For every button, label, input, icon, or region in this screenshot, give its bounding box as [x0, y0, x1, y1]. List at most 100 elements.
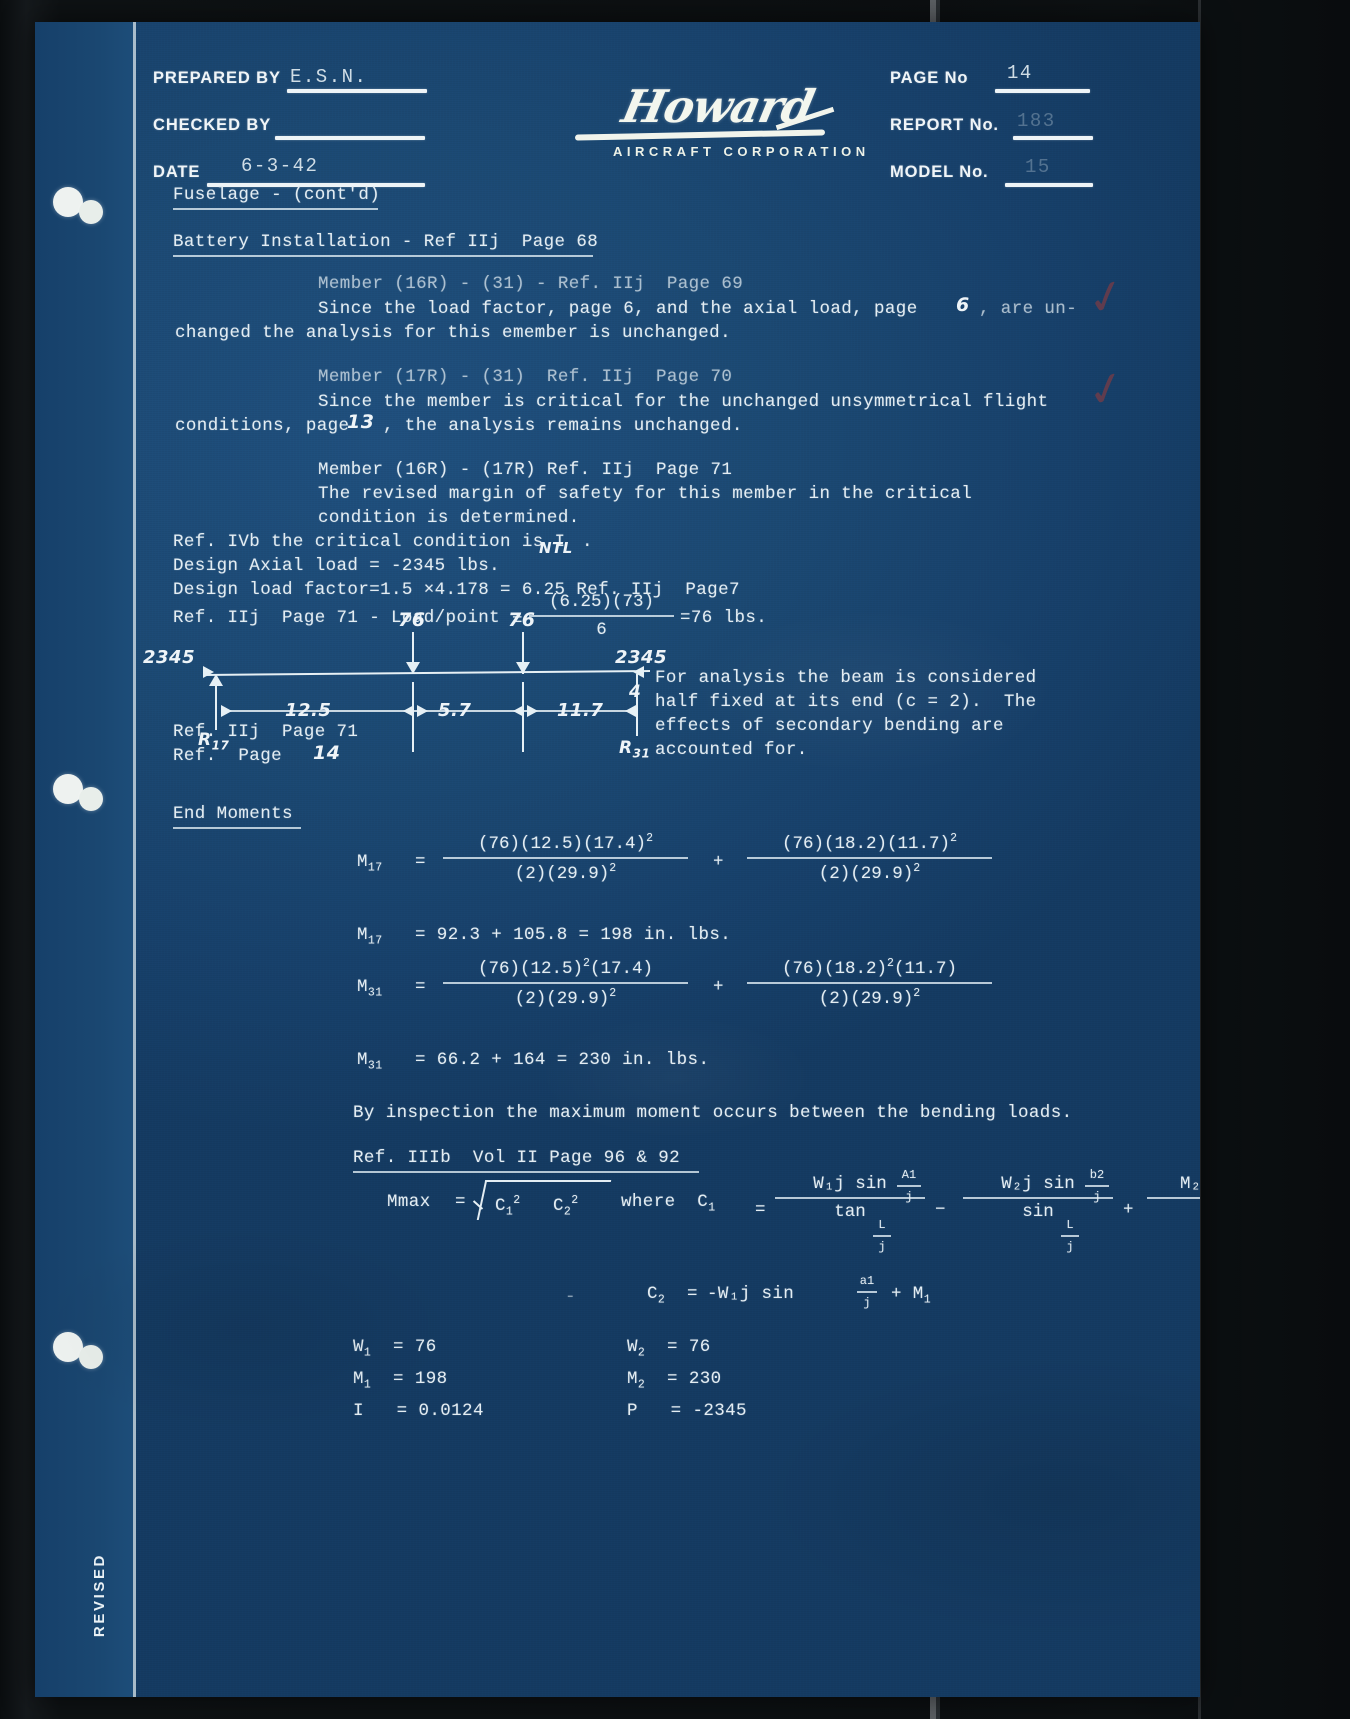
c2-label: C2	[647, 1284, 665, 1307]
subsection-title: Battery Installation - Ref IIj Page 68	[173, 232, 599, 252]
page-no-label: PAGE No	[890, 69, 969, 87]
m31-term2-numerator: (76)(18.2)2(11.7)	[747, 957, 992, 979]
model-no-rule	[1005, 183, 1093, 187]
report-no-value[interactable]: 183	[1017, 110, 1056, 132]
para2-pencil-page-ref: 13	[347, 411, 375, 433]
var2-3-eq: =	[670, 1401, 682, 1421]
mmax-c2-sub: 2	[563, 1205, 572, 1219]
var-row-3-left: I = 0.0124	[353, 1401, 484, 1421]
var-3-eq: =	[396, 1401, 408, 1421]
m17-t1-num-exp: 2	[646, 832, 653, 845]
left-binding-strip	[35, 22, 133, 1697]
page-header: PREPARED BY E.S.N. CHECKED BY DATE 6-3-4…	[35, 22, 1200, 187]
beam-dim-3: 11.7	[557, 700, 604, 721]
m17-term2-bar	[747, 856, 992, 859]
para2-heading: Member (17R) - (31) Ref. IIj Page 70	[318, 367, 733, 387]
blueprint-page: REVISED PREPARED BY E.S.N. CHECKED BY DA…	[35, 22, 1200, 1697]
loadpoint-denominator: 6	[596, 620, 607, 640]
logo-wordmark: Howard	[617, 80, 819, 133]
para1-pencil-page-ref: 6	[956, 294, 970, 316]
red-checkmark-2: ✓	[1081, 358, 1132, 420]
beam-line	[204, 670, 651, 676]
para1-heading: Member (16R) - (31) - Ref. IIj Page 69	[318, 274, 744, 294]
para3-line2: condition is determined.	[318, 508, 580, 528]
c1-t2-denfrac-bar	[1061, 1235, 1079, 1237]
c1-t2-inner-bar	[1085, 1185, 1109, 1187]
var-row-3-right: P = -2345	[627, 1401, 747, 1421]
m17-result-sub: 17	[367, 934, 383, 948]
loadpoint-fraction: (6.25)(73) 6	[529, 592, 674, 640]
m31-t1-num-end: (17.4)	[589, 958, 653, 979]
c2-dash: -	[565, 1287, 576, 1307]
ref-b-line: Ref. Page	[173, 746, 283, 766]
var-row-2-left: M1 = 198	[353, 1369, 448, 1392]
loadpoint-prefix: Ref. IIj Page 71 - Load/point	[173, 608, 501, 628]
var-row-2-right: M2 = 230	[627, 1369, 722, 1392]
punch-hole-mid-b	[79, 787, 103, 811]
m31-term1-denominator: (2)(29.9)2	[443, 987, 688, 1009]
beam-reaction-right-label: R31	[619, 738, 650, 760]
where-text: where C	[621, 1192, 709, 1212]
ref-b-pencil-page: 14	[313, 742, 341, 764]
c1-t1-denfrac-bar	[873, 1235, 891, 1237]
m31-result-symbol: M	[357, 1050, 368, 1070]
var2-3-name: P	[627, 1401, 638, 1421]
red-checkmark-1: ✓	[1081, 266, 1132, 328]
punch-hole-top-b	[79, 200, 103, 224]
beam-right-load-label: 2345	[615, 647, 668, 668]
m17-t1-num-text: (76)(12.5)(17.4)	[478, 833, 647, 854]
var-row-1-left: W1 = 76	[353, 1337, 437, 1360]
mmax-where-label: where C1	[621, 1192, 716, 1215]
analysis-note-line4: accounted for.	[655, 740, 808, 760]
beam-point-load-1-label: 76	[398, 609, 426, 631]
mmax-where-equals: =	[755, 1200, 766, 1220]
dim-arrow-a	[221, 705, 232, 717]
prepared-by-value[interactable]: E.S.N.	[290, 66, 367, 88]
c1-term3-fraction: M₂-M₁cos sin	[1147, 1174, 1200, 1222]
inspection-note: By inspection the maximum moment occurs …	[353, 1103, 1073, 1123]
m31-term1-fraction: (76)(12.5)2(17.4) (2)(29.9)2	[443, 957, 688, 1009]
m31-term1-numerator: (76)(12.5)2(17.4)	[443, 957, 688, 979]
m31-term1-bar	[443, 981, 688, 984]
m31-t2-num-text: (76)(18.2)	[782, 958, 888, 979]
subsection-title-underline	[173, 255, 593, 257]
page-no-rule	[995, 89, 1090, 93]
c1-t2-denfrac-den: j	[1066, 1240, 1074, 1254]
c1-term2-den-frac: L j	[1061, 1218, 1079, 1254]
m17-t2-den-exp: 2	[913, 861, 921, 875]
m31-label: M31	[357, 977, 383, 1000]
dim-arrow-c2	[527, 705, 538, 717]
c1-t1-denfrac-num: L	[878, 1218, 886, 1232]
date-value[interactable]: 6-3-42	[241, 155, 318, 177]
m31-subscript: 31	[367, 986, 383, 1000]
m31-symbol: M	[357, 977, 368, 997]
m31-result-sub: 31	[367, 1059, 383, 1073]
model-no-value[interactable]: 15	[1025, 156, 1051, 178]
beam-point-load-1-arrow	[406, 662, 420, 674]
c1-term3-denominator: sin	[1147, 1202, 1200, 1222]
para1-line1: Since the load factor, page 6, and the a…	[318, 299, 918, 319]
beam-point-load-1-ext	[412, 682, 414, 752]
mmax-c1-exp: 2	[513, 1194, 521, 1207]
var2-2-value: 230	[688, 1369, 722, 1389]
m31-t1-num-exp: 2	[583, 957, 590, 970]
mmax-c2-exp: 2	[571, 1194, 579, 1207]
c1-t2-num-text: W₂j sin	[1001, 1174, 1075, 1194]
var2-1-eq: =	[667, 1337, 678, 1357]
para2-line2b: , the analysis remains unchanged.	[383, 416, 743, 436]
c2-rhs-a: -W₁j sin	[707, 1284, 795, 1304]
var-1-eq: =	[393, 1337, 404, 1357]
dim-arrow-d	[625, 705, 636, 717]
checked-by-rule	[275, 136, 425, 140]
para1-line2: changed the analysis for this emember is…	[175, 323, 731, 343]
c1-t1-inner-bar	[897, 1185, 921, 1187]
dim-arrow-c1	[513, 705, 524, 717]
para3-line1: The revised margin of safety for this me…	[318, 484, 973, 504]
prepared-by-rule	[287, 89, 427, 93]
loadpoint-numerator: (6.25)(73)	[548, 592, 655, 612]
checked-by-label: CHECKED BY	[153, 116, 272, 134]
end-moments-underline	[173, 827, 301, 829]
m31-term2-denominator: (2)(29.9)2	[747, 987, 992, 1009]
page-no-value[interactable]: 14	[1007, 62, 1033, 84]
beam-left-load-label: 2345	[143, 647, 196, 668]
